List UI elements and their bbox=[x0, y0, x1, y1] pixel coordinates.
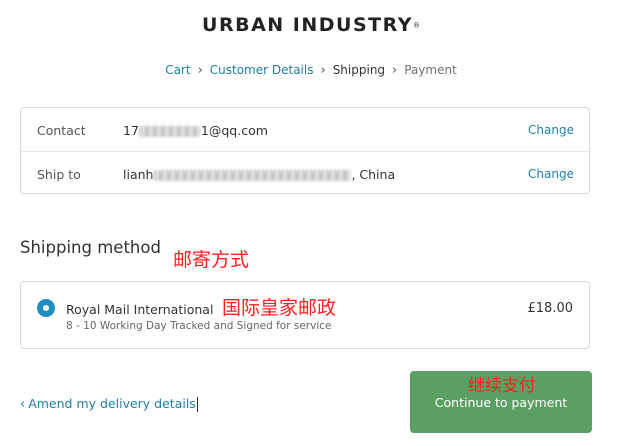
contact-value: 17 1@qq.com bbox=[123, 123, 268, 138]
ship-to-value: lianh , China bbox=[123, 167, 395, 182]
breadcrumb-customer-details[interactable]: Customer Details bbox=[210, 63, 314, 77]
ship-to-row: Ship to lianh , China Change bbox=[21, 152, 589, 195]
shipping-option-name: Royal Mail International bbox=[66, 302, 214, 317]
redacted-blur bbox=[138, 126, 201, 137]
breadcrumb-shipping: Shipping bbox=[332, 63, 386, 77]
breadcrumb-separator-icon: › bbox=[392, 63, 398, 78]
contact-value-prefix: 17 bbox=[123, 123, 139, 138]
breadcrumb: Cart › Customer Details › Shipping › Payment bbox=[0, 63, 622, 78]
breadcrumb-separator-icon: › bbox=[320, 63, 326, 78]
annotation-shipping-method: 邮寄方式 bbox=[173, 249, 250, 271]
contact-row: Contact 17 1@qq.com Change bbox=[21, 108, 589, 152]
shipping-method-title: Shipping method bbox=[20, 238, 161, 257]
text-cursor bbox=[196, 397, 198, 412]
contact-label: Contact bbox=[37, 123, 86, 138]
brand-name: URBAN INDUSTRY bbox=[202, 14, 413, 36]
annotation-continue: 继续支付 bbox=[468, 376, 536, 396]
chevron-left-icon: ‹ bbox=[20, 397, 26, 412]
change-contact-link[interactable]: Change bbox=[528, 123, 574, 137]
ship-to-label: Ship to bbox=[37, 167, 81, 182]
amend-delivery-link[interactable]: ‹ Amend my delivery details bbox=[20, 396, 198, 412]
amend-delivery-label: Amend my delivery details bbox=[28, 396, 196, 411]
breadcrumb-cart[interactable]: Cart bbox=[165, 63, 190, 77]
redacted-blur bbox=[153, 170, 352, 181]
contact-value-suffix: 1@qq.com bbox=[200, 123, 268, 138]
annotation-royal-mail: 国际皇家邮政 bbox=[222, 297, 337, 319]
ship-to-value-suffix: , China bbox=[351, 167, 396, 182]
breadcrumb-payment: Payment bbox=[404, 63, 457, 77]
change-ship-to-link[interactable]: Change bbox=[528, 167, 574, 181]
brand-logo[interactable]: URBAN INDUSTRY® bbox=[0, 14, 622, 36]
ship-to-value-prefix: lianh bbox=[123, 167, 154, 182]
shipping-option-price: £18.00 bbox=[527, 301, 574, 316]
shipping-option-radio[interactable] bbox=[37, 299, 55, 317]
shipping-option-description: 8 - 10 Working Day Tracked and Signed fo… bbox=[66, 320, 332, 332]
review-block: Contact 17 1@qq.com Change Ship to lianh,… bbox=[20, 107, 590, 194]
breadcrumb-separator-icon: › bbox=[197, 63, 203, 78]
brand-registered-mark: ® bbox=[412, 21, 420, 30]
